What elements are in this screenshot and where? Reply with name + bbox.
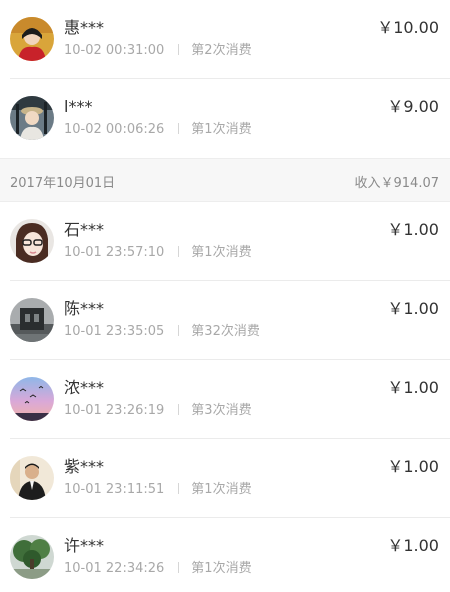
list-item[interactable]: l*** 10-02 00:06:26 第1次消费 ￥9.00 (0, 79, 450, 158)
meta-divider (178, 404, 180, 415)
day-income: 收入￥914.07 (354, 176, 440, 191)
list-item[interactable]: 石*** 10-01 23:57:10 第1次消费 ￥1.00 (0, 202, 450, 281)
payer-name: 惠*** (64, 18, 105, 37)
payment-meta: 10-01 23:35:05 第32次消费 (64, 323, 260, 341)
payment-count: 第32次消费 (191, 324, 260, 339)
tree-landscape-icon (10, 535, 54, 579)
payer-name: 石*** (64, 220, 105, 239)
payment-time: 10-01 22:34:26 (64, 561, 165, 576)
payment-time: 10-01 23:57:10 (64, 245, 165, 260)
payer-name: l*** (64, 97, 93, 116)
meta-divider (178, 44, 180, 55)
payment-count: 第3次消费 (191, 403, 252, 418)
day-summary-header: 2017年10月01日 收入￥914.07 (0, 158, 450, 202)
meta-divider (178, 483, 180, 494)
payment-amount: ￥9.00 (387, 97, 439, 116)
girl-glasses-icon (10, 219, 54, 263)
payment-time: 10-01 23:26:19 (64, 403, 165, 418)
dark-building-icon (10, 298, 54, 342)
payment-amount: ￥1.00 (387, 299, 439, 318)
payment-amount: ￥1.00 (387, 536, 439, 555)
payment-meta: 10-02 00:31:00 第2次消费 (64, 42, 252, 60)
person-red-hood-icon (10, 17, 54, 61)
list-item[interactable]: 许*** 10-01 22:34:26 第1次消费 ￥1.00 (0, 518, 450, 592)
payment-count: 第1次消费 (191, 122, 252, 137)
meta-divider (178, 246, 180, 257)
payment-time: 10-02 00:31:00 (64, 43, 165, 58)
list-item[interactable]: 惠*** 10-02 00:31:00 第2次消费 ￥10.00 (0, 0, 450, 79)
payment-meta: 10-02 00:06:26 第1次消费 (64, 121, 252, 139)
meta-divider (178, 325, 180, 336)
payment-meta: 10-01 22:34:26 第1次消费 (64, 560, 252, 578)
payer-name: 紫*** (64, 457, 105, 476)
meta-divider (178, 562, 180, 573)
person-hat-icon (10, 96, 54, 140)
payment-amount: ￥1.00 (387, 220, 439, 239)
payment-time: 10-01 23:35:05 (64, 324, 165, 339)
payer-name: 浓*** (64, 378, 105, 397)
payment-amount: ￥1.00 (387, 457, 439, 476)
list-item[interactable]: 陈*** 10-01 23:35:05 第32次消费 ￥1.00 (0, 281, 450, 360)
payment-time: 10-01 23:11:51 (64, 482, 165, 497)
list-item[interactable]: 浓*** 10-01 23:26:19 第3次消费 ￥1.00 (0, 360, 450, 439)
man-suit-icon (10, 456, 54, 500)
payer-name: 许*** (64, 536, 105, 555)
list-item[interactable]: 紫*** 10-01 23:11:51 第1次消费 ￥1.00 (0, 439, 450, 518)
meta-divider (178, 123, 180, 134)
payment-count: 第2次消费 (191, 43, 252, 58)
payment-count: 第1次消费 (191, 245, 252, 260)
payer-name: 陈*** (64, 299, 105, 318)
payment-meta: 10-01 23:11:51 第1次消费 (64, 481, 252, 499)
payment-time: 10-02 00:06:26 (64, 122, 165, 137)
day-date: 2017年10月01日 (10, 176, 116, 191)
payment-amount: ￥1.00 (387, 378, 439, 397)
sunset-birds-icon (10, 377, 54, 421)
payment-count: 第1次消费 (191, 482, 252, 497)
payment-meta: 10-01 23:26:19 第3次消费 (64, 402, 252, 420)
payment-meta: 10-01 23:57:10 第1次消费 (64, 244, 252, 262)
payment-count: 第1次消费 (191, 561, 252, 576)
payment-amount: ￥10.00 (377, 18, 439, 37)
